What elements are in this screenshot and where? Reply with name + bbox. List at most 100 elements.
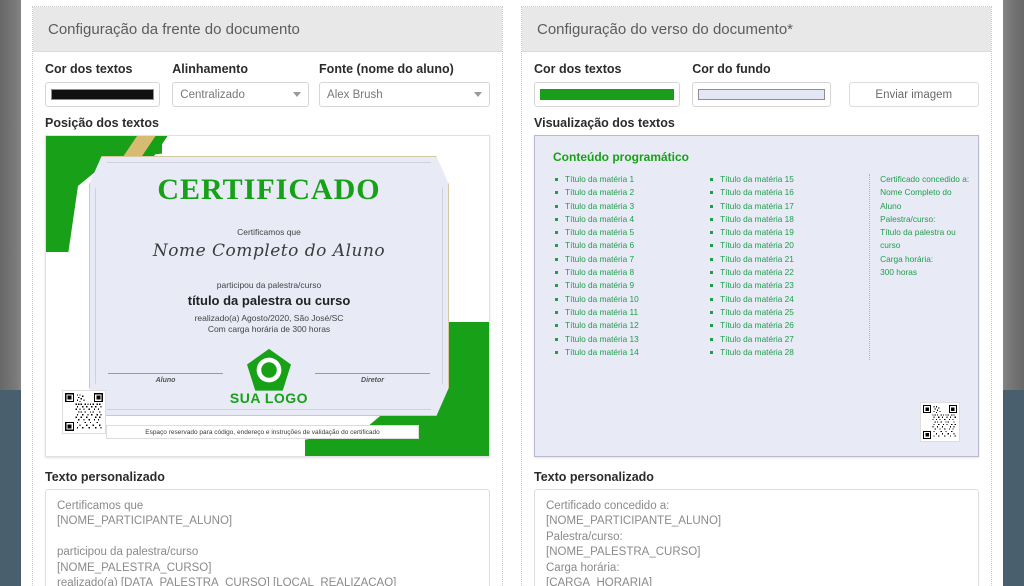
list-item: Título da matéria 26 [708,320,863,330]
list-item: Título da matéria 21 [708,254,863,264]
cert-participation: participou da palestra/curso [216,280,322,290]
cert-signature-left: Aluno [108,373,223,384]
app-root: Configuração da frente do documento Cor … [0,0,1024,586]
certificate-back-preview[interactable]: Conteúdo programático Título da matéria … [534,135,979,457]
back-text-color-label: Cor dos textos [534,62,622,76]
side-info-line: Palestra/curso: [880,213,936,224]
back-custom-text-textarea[interactable]: Certificado concedido a: [NOME_PARTICIPA… [534,489,979,586]
list-item: Título da matéria 1 [553,174,708,184]
qr-code-back [920,402,960,442]
chevron-down-icon [474,92,482,97]
cert-signature-right-label: Diretor [361,377,384,384]
list-item: Título da matéria 19 [708,227,863,237]
front-alignment-value: Centralizado [180,88,245,101]
list-item: Título da matéria 3 [553,201,708,211]
front-preview-label: Posição dos textos [45,116,159,130]
cert-footer-note: Espaço reservado para código, endereço e… [106,425,419,439]
list-item: Título da matéria 16 [708,187,863,197]
upload-image-button[interactable]: Enviar imagem [848,82,979,107]
back-bg-color-label: Cor do fundo [692,62,771,76]
back-columns: Título da matéria 1 Título da matéria 2 Tí… [535,164,978,361]
cert-logo-text: SUA LOGO [229,390,309,406]
front-field-row: Cor dos textos Alinhamento Centralizado … [45,62,490,107]
front-panel-header: Configuração da frente do documento [33,7,502,52]
front-alignment-label: Alinhamento [172,62,248,76]
back-text-color-input[interactable] [534,82,681,107]
back-field-row: Cor dos textos Cor do fundo Enviar image… [534,62,979,107]
list-item: Título da matéria 25 [708,307,863,317]
front-text-color-label: Cor dos textos [45,62,133,76]
list-item: Título da matéria 18 [708,214,863,224]
front-custom-text-textarea[interactable]: Certificamos que [NOME_PARTICIPANTE_ALUN… [45,489,490,586]
list-item: Título da matéria 15 [708,174,863,184]
front-font-field: Fonte (nome do aluno) Alex Brush [319,62,490,107]
list-item: Título da matéria 10 [553,294,708,304]
qr-code-front [62,390,106,434]
back-custom-text-label: Texto personalizado [534,470,654,484]
side-info-line: Nome Completo do [880,187,952,198]
list-item: Título da matéria 6 [553,240,708,250]
front-custom-text-label: Texto personalizado [45,470,165,484]
back-configuration-panel: Configuração do verso do documento* Cor … [521,6,992,586]
cert-course-title: título da palestra ou curso [187,293,351,308]
back-bg-color-swatch[interactable] [698,89,825,100]
front-font-label: Fonte (nome do aluno) [319,62,454,76]
back-panel-header: Configuração do verso do documento* [522,7,991,52]
list-item: Título da matéria 2 [553,187,708,197]
back-subject-column-1: Título da matéria 1 Título da matéria 2 Tí… [553,174,708,360]
front-text-color-input[interactable] [45,82,161,107]
list-item: Título da matéria 9 [553,280,708,290]
left-page-gutter [0,0,30,586]
side-info-line: Carga horária: [880,253,934,264]
cert-date-place: realizado(a) Agosto/2020, São José/SC [194,313,344,323]
back-subject-column-2: Título da matéria 15 Título da matéria 16… [708,174,863,360]
cert-title: CERTIFICADO [157,173,381,206]
subject-list-2: Título da matéria 15 Título da matéria 16… [708,174,863,357]
side-info-line: Aluno [880,200,902,211]
side-info-line: 300 horas [880,267,918,278]
list-item: Título da matéria 11 [553,307,708,317]
subject-list-1: Título da matéria 1 Título da matéria 2 Tí… [553,174,708,357]
back-panel-body: Cor dos textos Cor do fundo Enviar image… [522,52,991,586]
chevron-down-icon [293,92,302,97]
front-alignment-select[interactable]: Centralizado [172,82,310,107]
list-item: Título da matéria 20 [708,240,863,250]
cert-student-name: Nome Completo do Aluno [152,241,386,261]
pentagon-logo-icon [247,348,291,391]
front-font-select[interactable]: Alex Brush [319,82,490,107]
cert-inner-paper: CERTIFICADO Certificamos que Nome Comple… [89,156,449,416]
front-font-value: Alex Brush [327,88,383,101]
back-content-heading: Conteúdo programático [553,150,690,164]
side-info-line: Certificado concedido a: [880,174,970,184]
cert-intro: Certificamos que [237,227,301,237]
cert-signature-left-label: Aluno [155,377,176,384]
front-alignment-field: Alinhamento Centralizado [172,62,310,107]
list-item: Título da matéria 22 [708,267,863,277]
back-bg-color-field: Cor do fundo [692,62,831,107]
cert-workload: Com carga horária de 300 horas [207,324,331,334]
front-text-color-field: Cor dos textos [45,62,161,107]
back-text-color-swatch[interactable] [540,89,675,100]
signature-rule [108,373,223,374]
right-page-gutter [994,0,1024,586]
list-item: Título da matéria 23 [708,280,863,290]
side-info-line: curso [880,240,901,251]
cert-signature-row: Aluno Diretor [108,373,430,384]
list-item: Título da matéria 8 [553,267,708,277]
front-text-color-swatch[interactable] [51,89,155,100]
front-configuration-panel: Configuração da frente do documento Cor … [32,6,503,586]
list-item: Título da matéria 24 [708,294,863,304]
right-gutter-white-strip [994,0,1003,586]
list-item: Título da matéria 28 [708,347,863,357]
upload-image-field: Enviar imagem [848,62,979,107]
list-item: Título da matéria 27 [708,334,863,344]
signature-rule [315,373,430,374]
certificate-front-preview[interactable]: CERTIFICADO Certificamos que Nome Comple… [45,135,490,457]
side-info-line: Título da palestra ou [880,227,956,238]
list-item: Título da matéria 14 [553,347,708,357]
list-item: Título da matéria 13 [553,334,708,344]
list-item: Título da matéria 12 [553,320,708,330]
back-text-color-field: Cor dos textos [534,62,681,107]
back-bg-color-input[interactable] [692,82,831,107]
back-side-info: Certificado concedido a: Nome Completo do… [869,174,978,361]
